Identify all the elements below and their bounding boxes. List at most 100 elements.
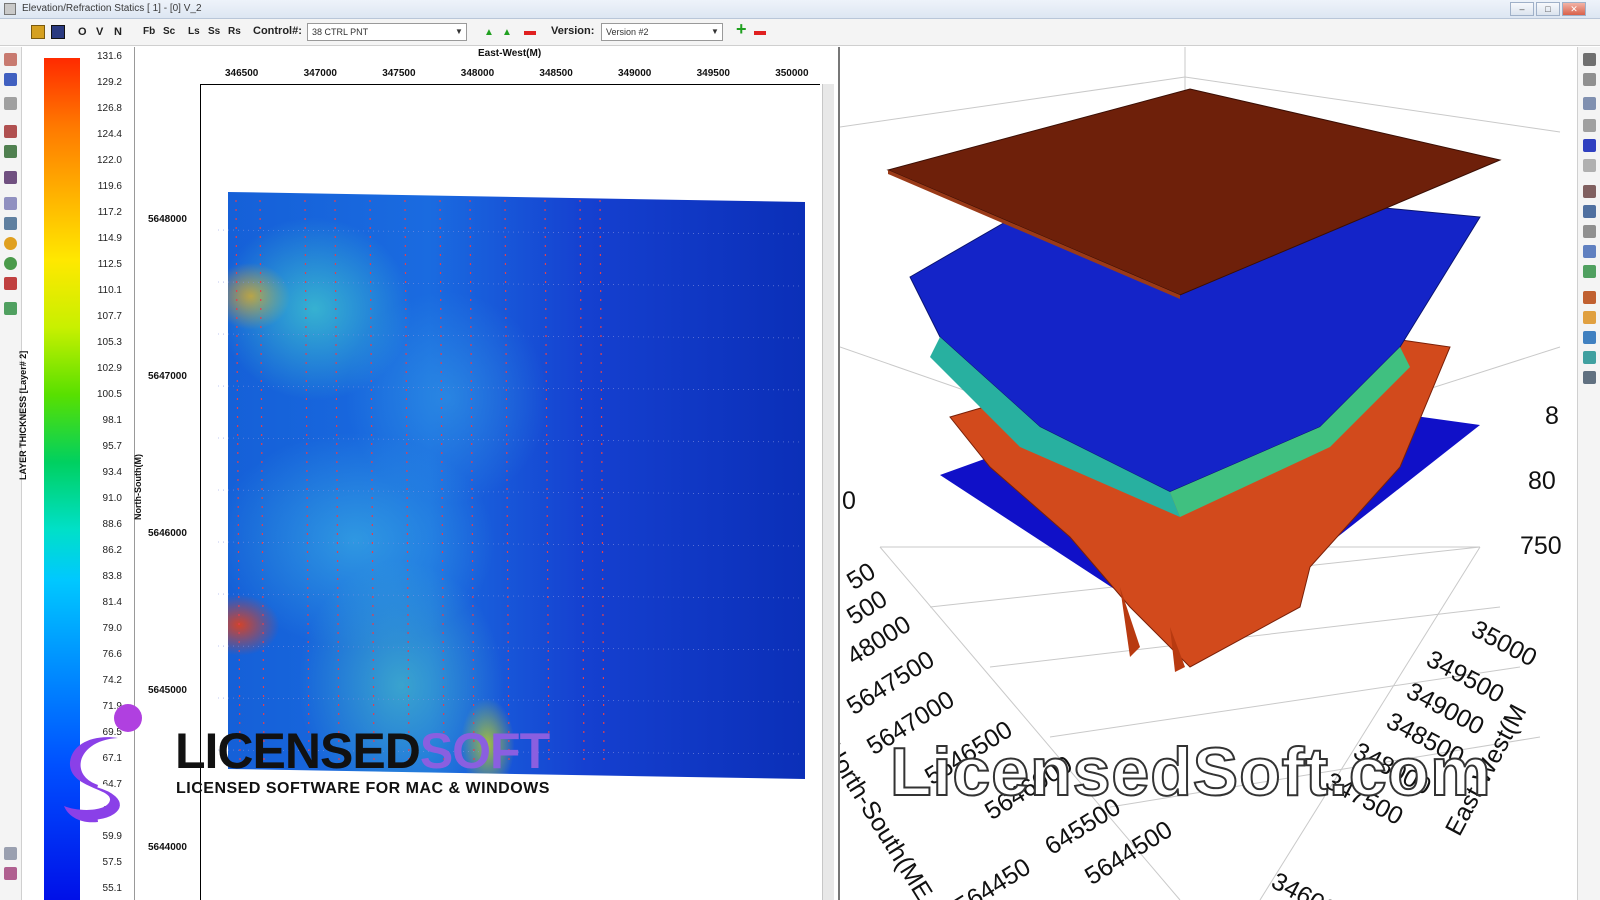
toolbar-button-fb[interactable]: Fb [143, 24, 155, 40]
toolbar-button-n[interactable]: N [114, 24, 122, 40]
toolbar-button-rs[interactable]: Rs [228, 24, 241, 40]
brand-name-primary: LICENSED [175, 723, 421, 779]
legend-icon[interactable] [1583, 351, 1596, 364]
toolbar-button-ls[interactable]: Ls [188, 24, 200, 40]
thickness-map-surface[interactable] [228, 191, 805, 780]
color-scale-label: 59.9 [102, 831, 122, 842]
brand-tagline: LICENSED SOFTWARE FOR MAC & WINDOWS [176, 780, 550, 797]
color-scale-label: 107.7 [96, 311, 122, 322]
remove-version-icon[interactable] [754, 31, 766, 35]
filter-icon[interactable] [4, 171, 17, 184]
map-vertical-scrollbar[interactable] [822, 84, 834, 900]
table-icon[interactable] [1583, 331, 1596, 344]
color-scale-label: 122.0 [96, 155, 122, 166]
sun-icon[interactable] [4, 237, 17, 250]
close-button[interactable]: ✕ [1562, 2, 1586, 16]
map-x-tick-label: 349500 [696, 68, 730, 79]
control-select-value: 38 CTRL PNT [312, 27, 369, 37]
color-scale-label: 110.1 [97, 285, 122, 296]
version-select[interactable]: Version #2 ▼ [601, 23, 723, 41]
map-y-tick-label: 5647000 [148, 371, 187, 382]
color-scale-label: 98.1 [102, 415, 122, 426]
open-folder-icon[interactable] [31, 25, 45, 39]
curve-icon[interactable] [4, 97, 17, 110]
settings-icon[interactable] [4, 847, 17, 860]
pen-icon[interactable] [1583, 119, 1596, 132]
axis-icon[interactable] [1583, 97, 1596, 110]
brush-icon[interactable] [1583, 205, 1596, 218]
remove-point-icon[interactable] [524, 31, 536, 35]
view-3d-z-tick: 750 [1520, 532, 1562, 560]
color-scale-title: LAYER THICKNESS [Layer# 2] [18, 350, 28, 480]
color-scale-label: 102.9 [96, 363, 122, 374]
brand-name-secondary: SOFT [419, 723, 550, 779]
right-tool-strip [1577, 47, 1600, 900]
color-scale-label: 95.7 [102, 441, 122, 452]
brand-name: LICENSEDSOFT [175, 722, 550, 780]
chart-icon[interactable] [1583, 185, 1596, 198]
chevron-down-icon: ▼ [711, 27, 719, 36]
v-icon[interactable] [1583, 139, 1596, 152]
color-scale-label: 76.6 [102, 649, 122, 660]
licensedsoft-logo [64, 704, 142, 825]
l2-icon[interactable] [1583, 53, 1596, 66]
map-y-tick-label: 5645000 [148, 685, 187, 696]
save-disk-icon[interactable] [51, 25, 65, 39]
map-y-tick-label: 5644000 [148, 842, 187, 853]
bookmark-icon[interactable] [4, 867, 17, 880]
color-icon[interactable] [1583, 311, 1596, 324]
maximize-button[interactable]: □ [1536, 2, 1560, 16]
map-x-tick-label: 347500 [382, 68, 416, 79]
map-y-axis-title: North-South(M) [133, 454, 143, 520]
control-select[interactable]: 38 CTRL PNT ▼ [307, 23, 467, 41]
dr-icon[interactable] [1583, 225, 1596, 238]
color-scale-label: 81.4 [102, 597, 122, 608]
cross-icon[interactable] [4, 277, 17, 290]
map-x-tick-label: 347000 [303, 68, 337, 79]
color-scale-label: 119.6 [97, 181, 122, 192]
app-icon [4, 3, 16, 15]
title-bar: Elevation/Refraction Statics [ 1] - [0] … [0, 0, 1600, 19]
map-y-tick-label: 5646000 [148, 528, 187, 539]
pointer-icon[interactable] [4, 73, 17, 86]
toolbar-button-o[interactable]: O [78, 24, 87, 40]
window-title: Elevation/Refraction Statics [ 1] - [0] … [22, 3, 202, 14]
map-x-tick-label: 348000 [460, 68, 495, 79]
page-icon[interactable] [1583, 159, 1596, 172]
map-y-tick-label: 5648000 [148, 214, 187, 225]
move-point-icon[interactable]: ▲ [502, 25, 516, 39]
toolbar-button-ss[interactable]: Ss [208, 24, 220, 40]
globe-icon[interactable] [4, 145, 17, 158]
move-icon[interactable] [1583, 245, 1596, 258]
add-point-icon[interactable]: ▲ [484, 25, 498, 39]
color-scale-label: 57.5 [102, 857, 122, 868]
add-version-icon[interactable]: + [736, 20, 747, 38]
color-scale-label: 86.2 [102, 545, 122, 556]
version-select-value: Version #2 [606, 27, 649, 37]
sigma-icon[interactable] [1583, 73, 1596, 86]
color-scale-label: 124.4 [96, 129, 122, 140]
layer-icon[interactable] [1583, 291, 1596, 304]
map-icon[interactable] [1583, 265, 1596, 278]
export-icon[interactable] [1583, 371, 1596, 384]
edit-icon[interactable] [4, 217, 17, 230]
toolbar-button-sc[interactable]: Sc [163, 24, 175, 40]
zoom-icon[interactable] [4, 197, 17, 210]
statics-application: Elevation/Refraction Statics [ 1] - [0] … [0, 0, 1600, 900]
palette-icon[interactable] [4, 302, 17, 315]
color-scale-label: 79.0 [102, 623, 122, 634]
map-x-tick-label: 350000 [775, 68, 809, 79]
control-label: Control#: [253, 25, 302, 37]
color-scale-label: 126.8 [96, 103, 122, 114]
chevron-down-icon: ▼ [455, 27, 463, 36]
color-scale-label: 112.5 [97, 259, 122, 270]
toolbar-button-v[interactable]: V [96, 24, 103, 40]
layers-icon[interactable] [4, 125, 17, 138]
color-scale-label: 100.5 [96, 389, 122, 400]
color-scale-label: 55.1 [102, 883, 122, 894]
minimize-button[interactable]: – [1510, 2, 1534, 16]
color-scale-label: 83.8 [102, 571, 122, 582]
earth-icon[interactable] [4, 257, 17, 270]
grid-icon[interactable] [4, 53, 17, 66]
map-x-tick-label: 346500 [225, 68, 259, 79]
